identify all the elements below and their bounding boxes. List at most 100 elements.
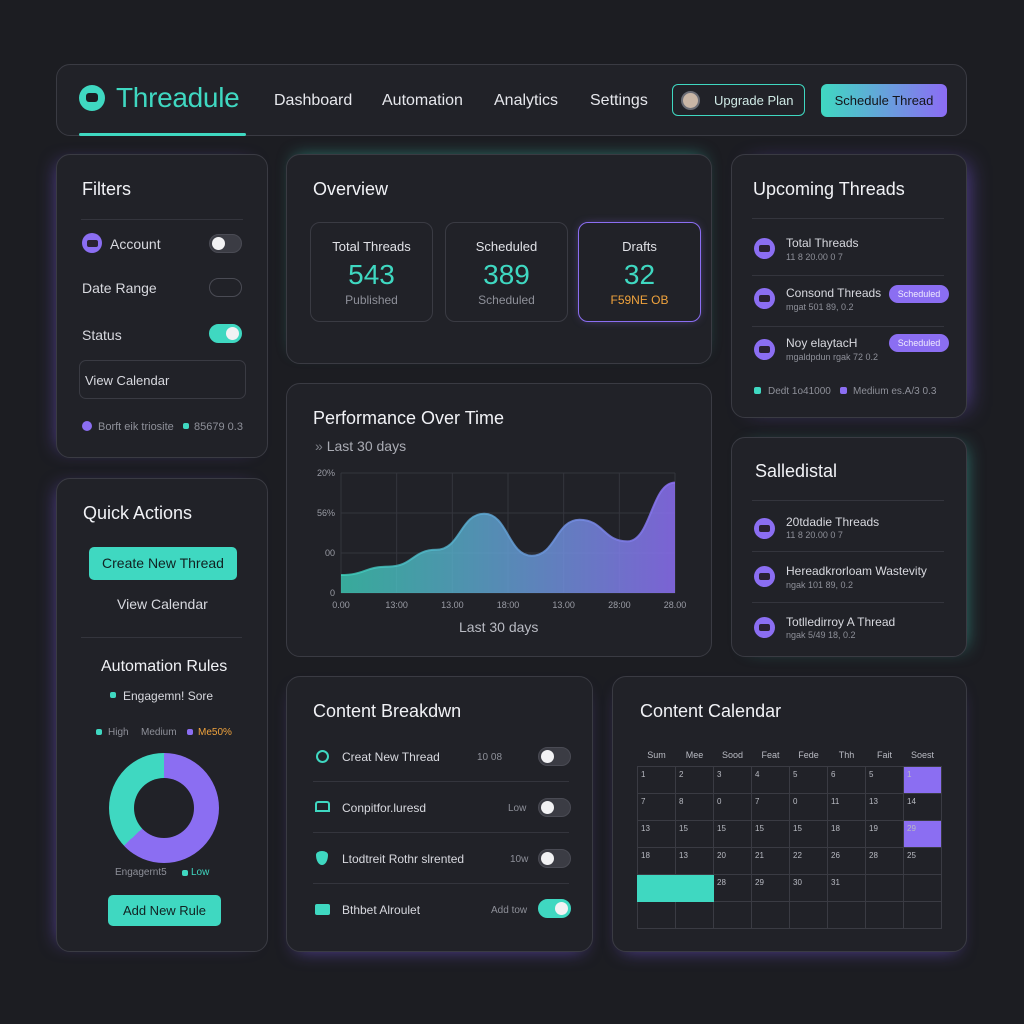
- brand-name: Threadule: [116, 82, 240, 113]
- date-range-toggle[interactable]: [209, 278, 242, 297]
- calendar-day-cell[interactable]: 2: [675, 765, 714, 794]
- breakdown-toggle[interactable]: [538, 798, 571, 817]
- calendar-day-cell[interactable]: 15: [751, 819, 790, 848]
- view-calendar-field[interactable]: View Calendar: [79, 360, 246, 399]
- calendar-day-cell[interactable]: 31: [827, 873, 866, 902]
- create-thread-button[interactable]: Create New Thread: [89, 547, 237, 580]
- calendar-day-cell[interactable]: 13: [865, 792, 904, 821]
- upcoming-item-title[interactable]: Total Threads: [786, 236, 859, 250]
- breakdown-row-value: 10 08: [477, 752, 503, 763]
- nav-analytics[interactable]: Analytics: [494, 92, 558, 110]
- schedule-thread-button[interactable]: Schedule Thread: [821, 84, 947, 117]
- stat-card-scheduled[interactable]: Scheduled 389 Scheduled: [445, 222, 568, 322]
- calendar-day-cell[interactable]: 0: [713, 792, 752, 821]
- breakdown-title: Content Breakdwn: [313, 701, 462, 721]
- legend-dot-teal: [183, 423, 189, 429]
- calendar-day-cell[interactable]: [637, 873, 676, 902]
- calendar-day-cell[interactable]: 5: [865, 765, 904, 794]
- calendar-day-cell[interactable]: 25: [903, 846, 942, 875]
- calendar-day-cell[interactable]: [675, 873, 714, 902]
- upcoming-item-title[interactable]: Consond Threads: [786, 286, 881, 300]
- calendar-day-cell[interactable]: 18: [827, 819, 866, 848]
- calendar-week-row: 12345651: [637, 765, 942, 794]
- stat-card-total[interactable]: Total Threads 543 Published: [310, 222, 433, 322]
- view-calendar-link[interactable]: View Calendar: [117, 596, 208, 612]
- calendar-day-cell[interactable]: [903, 900, 942, 929]
- breakdown-toggle[interactable]: [538, 747, 571, 766]
- calendar-day-cell[interactable]: 15: [675, 819, 714, 848]
- calendar-day-cell[interactable]: 13: [637, 819, 676, 848]
- calendar-day-cell[interactable]: 0: [789, 792, 828, 821]
- nav-automation[interactable]: Automation: [382, 92, 463, 110]
- calendar-day-cell[interactable]: [713, 900, 752, 929]
- y-tick-label: 00: [325, 548, 335, 558]
- breakdown-row-value: Add tow: [491, 905, 528, 916]
- legend-dot-low: [182, 870, 188, 876]
- breakdown-toggle[interactable]: [538, 849, 571, 868]
- weekday: Feat: [761, 749, 780, 760]
- calendar-day-cell[interactable]: [751, 900, 790, 929]
- top-nav-bar: Threadule Dashboard Automation Analytics…: [56, 64, 967, 136]
- calendar-day-cell[interactable]: 5: [789, 765, 828, 794]
- status-toggle[interactable]: [209, 324, 242, 343]
- calendar-day-cell[interactable]: 28: [713, 873, 752, 902]
- engagement-footer: Engagernt5: [115, 867, 167, 878]
- calendar-day-cell[interactable]: 6: [827, 765, 866, 794]
- upcoming-title: Upcoming Threads: [753, 179, 905, 199]
- calendar-day-cell[interactable]: [827, 900, 866, 929]
- stat-card-drafts[interactable]: Drafts 32 F59NE OB: [578, 222, 701, 322]
- calendar-day-cell[interactable]: [675, 900, 714, 929]
- calendar-day-cell[interactable]: 7: [751, 792, 790, 821]
- calendar-day-cell[interactable]: 21: [751, 846, 790, 875]
- calendar-day-cell[interactable]: 18: [637, 846, 676, 875]
- calendar-day-cell[interactable]: 22: [789, 846, 828, 875]
- calendar-day-cell[interactable]: 7: [637, 792, 676, 821]
- calendar-day-cell[interactable]: 1: [903, 765, 942, 794]
- calendar-day-cell[interactable]: 28: [865, 846, 904, 875]
- nav-dashboard[interactable]: Dashboard: [274, 92, 352, 110]
- calendar-day-cell[interactable]: 20: [713, 846, 752, 875]
- calendar-day-cell[interactable]: [637, 900, 676, 929]
- calendar-day-cell[interactable]: 29: [903, 819, 942, 848]
- calendar-day-cell[interactable]: 15: [789, 819, 828, 848]
- calendar-day-cell[interactable]: 26: [827, 846, 866, 875]
- calendar-day-cell[interactable]: 3: [713, 765, 752, 794]
- calendar-day-cell[interactable]: 1: [637, 765, 676, 794]
- overview-title: Overview: [313, 179, 389, 199]
- upgrade-plan-button[interactable]: Upgrade Plan: [672, 84, 805, 116]
- calendar-day-cell[interactable]: 19: [865, 819, 904, 848]
- calendar-day-cell[interactable]: 14: [903, 792, 942, 821]
- calendar-day-cell[interactable]: 11: [827, 792, 866, 821]
- calendar-day-cell[interactable]: [903, 873, 942, 902]
- thread-icon: [754, 566, 775, 587]
- thread-icon: [754, 288, 775, 309]
- divider: [752, 602, 944, 603]
- thread-icon: [754, 518, 775, 539]
- add-rule-button[interactable]: Add New Rule: [108, 895, 221, 926]
- filters-panel: Filters Account Date Range Status View C…: [56, 154, 268, 458]
- calendar-day-cell[interactable]: 30: [789, 873, 828, 902]
- calendar-day-cell[interactable]: [789, 900, 828, 929]
- scheduled-badge: Scheduled: [889, 334, 949, 352]
- scheduled-item-sub: 11 8 20.00 0 7: [786, 530, 843, 540]
- calendar-day-cell[interactable]: [865, 900, 904, 929]
- account-toggle[interactable]: [209, 234, 242, 253]
- scheduled-item-title[interactable]: Hereadkrorloam Wastevity: [786, 564, 927, 578]
- calendar-day-cell[interactable]: 29: [751, 873, 790, 902]
- stat-value: 543: [348, 259, 395, 290]
- scheduled-item-title[interactable]: 20tdadie Threads: [786, 515, 879, 529]
- status-label: Status: [82, 327, 122, 343]
- calendar-day-cell[interactable]: 13: [675, 846, 714, 875]
- divider: [313, 781, 569, 782]
- breakdown-toggle[interactable]: [538, 899, 571, 918]
- scheduled-item-title[interactable]: Totlledirroy A Thread: [786, 615, 895, 629]
- calendar-day-cell[interactable]: 15: [713, 819, 752, 848]
- legend-dot-teal: [110, 692, 116, 698]
- overview-panel: Overview Total Threads 543 Published Sch…: [286, 154, 712, 364]
- x-tick-label: 13:00: [385, 600, 408, 610]
- calendar-day-cell[interactable]: [865, 873, 904, 902]
- calendar-day-cell[interactable]: 8: [675, 792, 714, 821]
- upcoming-item-title[interactable]: Noy elaytacH: [786, 336, 857, 350]
- calendar-day-cell[interactable]: 4: [751, 765, 790, 794]
- nav-settings[interactable]: Settings: [590, 92, 648, 110]
